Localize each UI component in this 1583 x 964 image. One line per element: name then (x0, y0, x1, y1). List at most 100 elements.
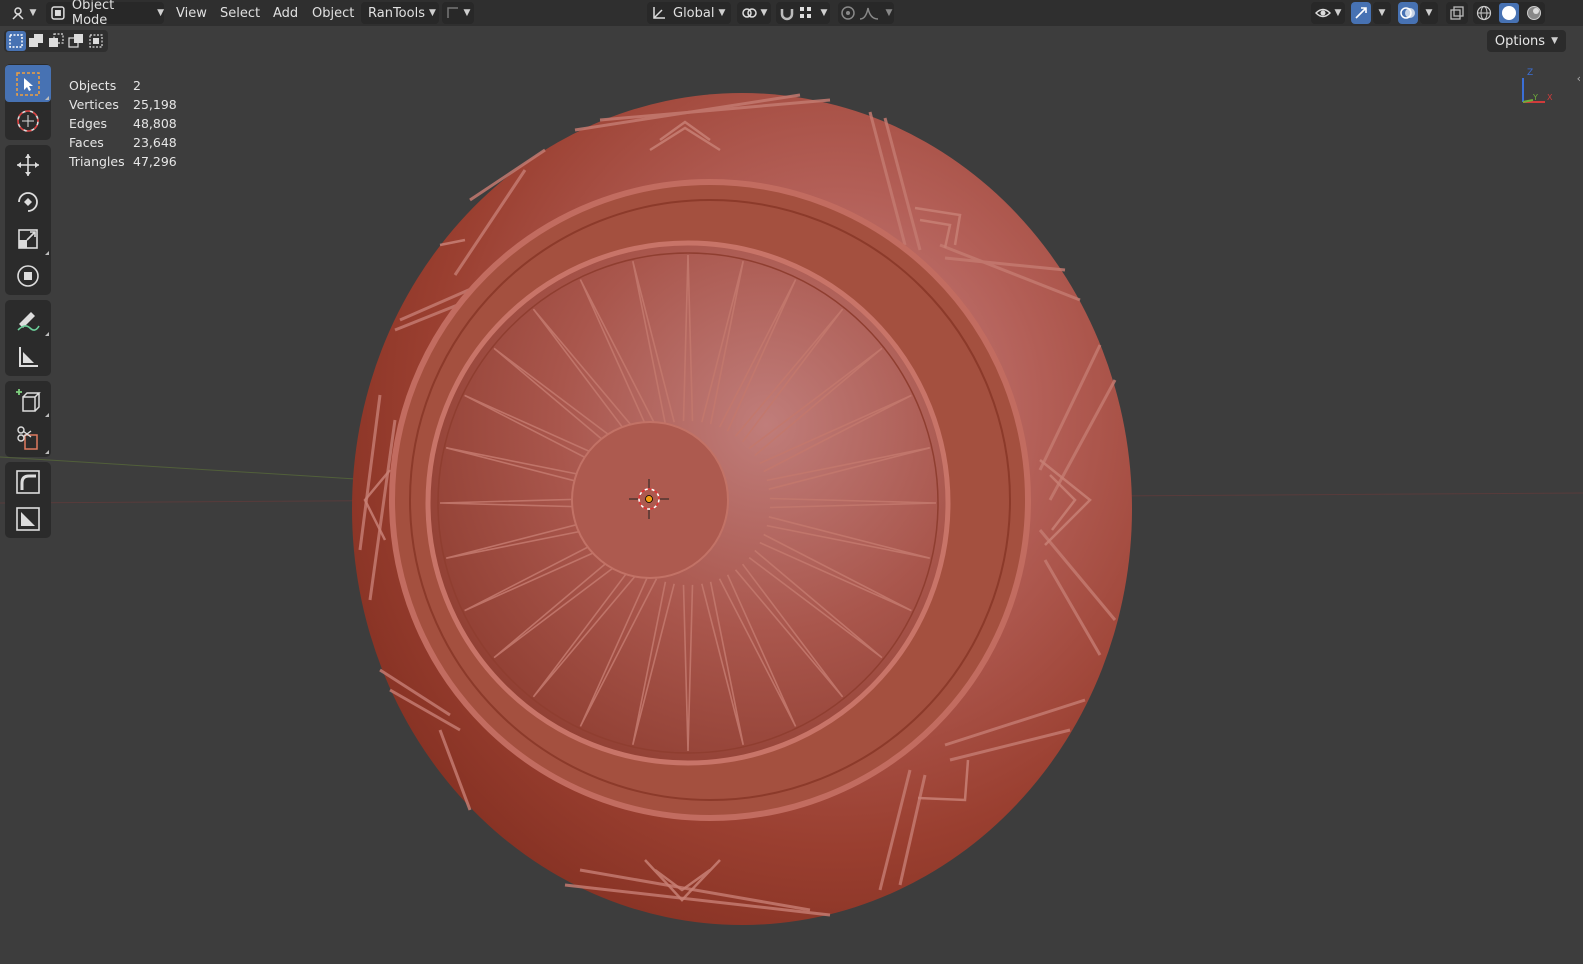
chevron-down-icon: ▼ (29, 8, 37, 18)
cursor-icon (17, 109, 39, 132)
chevron-down-icon: ▼ (1378, 8, 1386, 18)
select-box-icon (16, 71, 40, 96)
stat-value: 2 (133, 78, 141, 93)
rantools-menu[interactable]: RanTools ▼ (361, 2, 439, 24)
gizmo-x-label: X (1547, 93, 1553, 102)
orientation-icon (653, 7, 665, 19)
shading-modes[interactable] (1473, 2, 1545, 24)
add-cube-tool[interactable] (5, 382, 51, 419)
stat-label: Vertices (69, 97, 119, 112)
menu-add[interactable]: Add (267, 2, 304, 24)
gizmo-icon (1355, 7, 1367, 19)
pivot-point-dropdown[interactable]: ▼ (737, 2, 771, 24)
stat-value: 47,296 (133, 154, 177, 169)
gizmo-toggle[interactable] (1351, 2, 1371, 24)
gizmo-y-label: Y (1532, 93, 1538, 102)
xray-icon (1450, 6, 1464, 20)
options-label: Options (1494, 33, 1546, 49)
menu-select[interactable]: Select (214, 2, 266, 24)
menu-object[interactable]: Object (306, 2, 360, 24)
sidebar-collapse-arrow[interactable]: ‹ (1577, 72, 1581, 85)
options-dropdown[interactable]: Options ▼ (1486, 30, 1566, 52)
cut-tool[interactable] (5, 419, 51, 456)
add-cube-icon (16, 388, 41, 412)
select-box-tool[interactable] (5, 65, 51, 102)
bevel-tool-icon (16, 506, 40, 531)
selection-mode-group (4, 30, 108, 52)
tool-shelf (5, 64, 51, 543)
select-intersect-icon[interactable] (66, 31, 86, 51)
wireframe-shading-icon[interactable] (1476, 5, 1492, 21)
solid-shading-icon[interactable] (1498, 3, 1519, 23)
move-icon (17, 153, 39, 176)
transform-icon (17, 264, 39, 287)
overlay-dropdown[interactable]: ▼ (1420, 2, 1438, 24)
magnet-icon (780, 9, 793, 21)
tool-variants-indicator (45, 332, 49, 336)
scale-tool[interactable] (5, 220, 51, 257)
annotate-icon (17, 311, 40, 331)
stat-edges: Edges 48,808 (69, 114, 177, 133)
editor-type-button[interactable]: ▼ (6, 2, 40, 24)
bevel-tool[interactable] (5, 500, 51, 537)
move-tool[interactable] (5, 146, 51, 183)
transform-orientation-dropdown[interactable]: Global ▼ (647, 2, 731, 24)
tool-settings-bar (0, 28, 1583, 54)
chevron-down-icon: ▼ (1334, 8, 1342, 18)
rotate-icon (18, 191, 38, 212)
stat-vertices: Vertices 25,198 (69, 95, 177, 114)
stat-value: 25,198 (133, 97, 177, 112)
menu-view[interactable]: View (170, 2, 213, 24)
cut-icon (17, 425, 38, 450)
3d-viewport-icon (12, 7, 24, 20)
gizmo-z-label: Z (1527, 68, 1533, 78)
rotate-tool[interactable] (5, 183, 51, 220)
stat-label: Faces (69, 135, 104, 150)
curve-icon (446, 7, 458, 18)
annotate-tool[interactable] (5, 301, 51, 338)
curve-tool-icon (16, 469, 40, 494)
chevron-down-icon: ▼ (820, 8, 828, 18)
tool-variants-indicator (45, 413, 49, 417)
xray-toggle[interactable] (1446, 2, 1468, 24)
gizmo-dropdown[interactable]: ▼ (1373, 2, 1391, 24)
tool-variants-indicator (45, 96, 49, 100)
select-extend-icon[interactable] (26, 31, 46, 51)
stat-value: 23,648 (133, 135, 177, 150)
chevron-down-icon: ▼ (1551, 36, 1558, 46)
stat-value: 48,808 (133, 116, 177, 131)
measure-tool[interactable] (5, 338, 51, 375)
viewport[interactable] (0, 0, 1583, 964)
falloff-icon (859, 7, 878, 20)
cursor-tool[interactable] (5, 102, 51, 139)
chevron-down-icon: ▼ (463, 8, 471, 18)
stat-label: Objects (69, 78, 117, 93)
select-new-icon[interactable] (6, 31, 26, 51)
transform-tool[interactable] (5, 257, 51, 294)
mode-dropdown[interactable]: Object Mode ▼ (46, 0, 164, 28)
proportional-editing-group[interactable]: ▼ (838, 2, 894, 24)
scene-statistics: Objects 2 Vertices 25,198 Edges 48,808 Face… (69, 76, 177, 171)
tool-variants-indicator (45, 450, 49, 454)
addon-icon-button[interactable]: ▼ (442, 2, 474, 24)
chevron-down-icon: ▼ (157, 8, 164, 18)
object-mode-icon (51, 6, 65, 20)
snap-grid-icon (799, 7, 811, 18)
select-invert-icon[interactable] (86, 31, 106, 51)
tool-variants-indicator (45, 251, 49, 255)
navigation-gizmo[interactable]: Z Y X (1515, 66, 1555, 106)
rantools-label: RanTools (368, 5, 425, 21)
curve-tool[interactable] (5, 463, 51, 500)
stat-label: Triangles (69, 154, 125, 169)
overlay-toggle[interactable] (1398, 2, 1418, 24)
orientation-label: Global (673, 5, 715, 21)
viewport-header: ▼ Object Mode ▼ View Select Add Object R… (0, 0, 1583, 28)
visibility-dropdown[interactable]: ▼ (1311, 2, 1345, 24)
stat-triangles: Triangles 47,296 (69, 152, 177, 171)
mode-label: Object Mode (71, 0, 115, 28)
snapping-group[interactable]: ▼ (776, 2, 830, 24)
shield-model[interactable] (352, 93, 1132, 925)
select-subtract-icon[interactable] (46, 31, 66, 51)
material-shading-icon[interactable] (1526, 5, 1542, 21)
chevron-down-icon: ▼ (760, 8, 768, 18)
